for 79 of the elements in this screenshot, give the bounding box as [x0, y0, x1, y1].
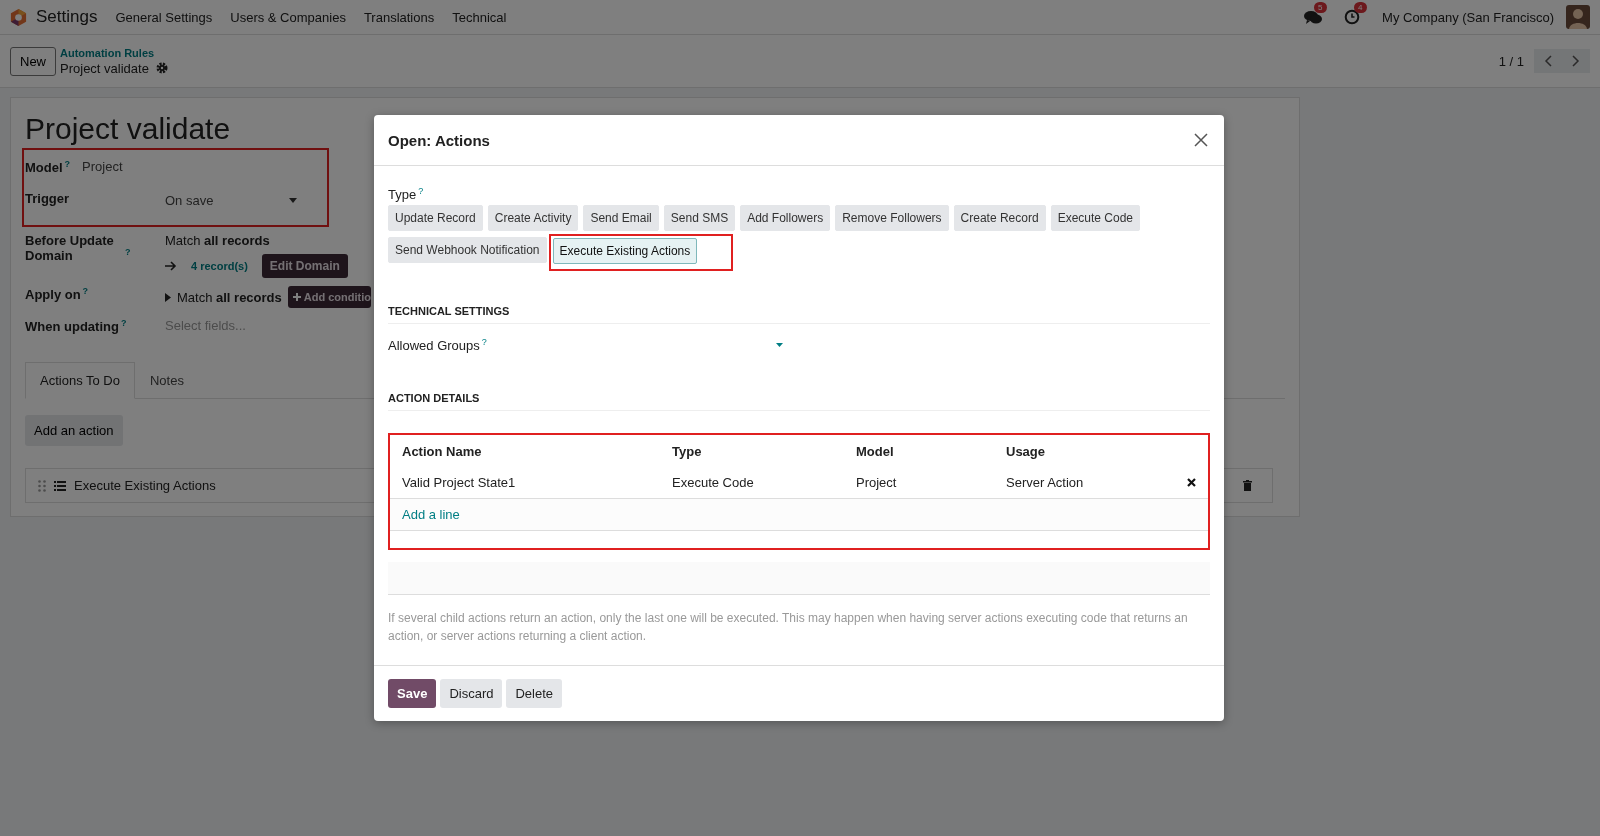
- notebook-tab[interactable]: Notes: [134, 362, 199, 399]
- field-label: Model: [25, 160, 63, 176]
- type-option[interactable]: Add Followers: [740, 205, 831, 232]
- chevron-left-icon: [1544, 55, 1552, 67]
- column-header[interactable]: Model: [856, 443, 1006, 459]
- menu-item[interactable]: Translations: [363, 9, 435, 25]
- app-name[interactable]: Settings: [36, 7, 98, 27]
- type-option[interactable]: Send SMS: [663, 205, 736, 232]
- column-header[interactable]: Action Name: [402, 443, 672, 459]
- help-mark: ?: [64, 159, 71, 169]
- help-mark: ?: [82, 286, 89, 296]
- section-heading: ACTION DETAILS: [388, 392, 1210, 412]
- settings-icon[interactable]: [155, 62, 168, 74]
- dialog-button[interactable]: Delete: [506, 679, 563, 709]
- field-label: Apply on: [25, 287, 81, 303]
- dropdown-caret-icon[interactable]: [776, 343, 783, 348]
- menu-item[interactable]: General Settings: [115, 9, 213, 25]
- type-option[interactable]: Remove Followers: [835, 205, 949, 232]
- field-label: Before Update Domain: [25, 233, 115, 263]
- type-option[interactable]: Send Email: [583, 205, 659, 232]
- list-icon: [54, 480, 66, 491]
- notebook-tab[interactable]: Actions To Do: [25, 362, 135, 399]
- help-mark: ?: [418, 186, 424, 196]
- avatar-icon[interactable]: [1566, 5, 1590, 29]
- table-cell-text: Server Action: [1006, 475, 1085, 491]
- type-option[interactable]: Execute Existing Actions: [552, 238, 698, 265]
- remove-icon[interactable]: [1187, 478, 1196, 488]
- add-condition-button[interactable]: Add conditio: [287, 286, 371, 308]
- type-option[interactable]: Update Record: [388, 205, 483, 232]
- column-header[interactable]: Usage: [1006, 443, 1176, 459]
- help-mark: ?: [120, 318, 127, 328]
- dropdown-caret-icon[interactable]: [289, 198, 297, 203]
- plus-icon: [292, 293, 301, 301]
- new-button[interactable]: New: [10, 46, 56, 76]
- chat-icon[interactable]: [1304, 9, 1323, 25]
- dialog-title: Open: Actions: [388, 131, 490, 149]
- help-mark: ?: [481, 337, 487, 348]
- type-option[interactable]: Send Webhook Notification: [388, 237, 547, 264]
- trash-icon[interactable]: [1243, 480, 1252, 491]
- domain-summary: Match all records: [177, 289, 282, 305]
- type-option[interactable]: Execute Code: [1050, 205, 1140, 232]
- breadcrumb-link[interactable]: Automation Rules: [60, 46, 168, 59]
- arrow-icon: [165, 261, 177, 271]
- action-name: Execute Existing Actions: [74, 478, 216, 493]
- field-label: Trigger: [25, 191, 70, 206]
- section-heading: TECHNICAL SETTINGS: [388, 305, 1210, 325]
- dialog-button[interactable]: Save: [388, 679, 437, 709]
- field-label: Allowed Groups: [388, 338, 480, 354]
- edit-domain-button[interactable]: Edit Domain: [261, 254, 348, 278]
- add-action-button[interactable]: Add an action: [25, 415, 123, 446]
- column-header[interactable]: Type: [672, 443, 856, 459]
- close-button[interactable]: [1192, 131, 1210, 149]
- field-label: Type: [388, 187, 417, 203]
- add-line-link[interactable]: Add a line: [402, 507, 460, 523]
- logo-icon[interactable]: [9, 7, 28, 27]
- domain-summary: Match all records: [165, 233, 271, 248]
- table-cell-text: Execute Code: [672, 475, 755, 491]
- table-cell-text: Project: [856, 475, 898, 491]
- field-label: When updating: [25, 319, 119, 335]
- chevron-right-icon: [1572, 55, 1580, 67]
- caret-icon[interactable]: [165, 292, 171, 302]
- record-name: Project validate: [60, 60, 149, 76]
- type-option[interactable]: Create Activity: [487, 205, 579, 232]
- record-count-link[interactable]: 4 record(s): [191, 260, 248, 272]
- drag-handle-icon[interactable]: [38, 479, 46, 492]
- menu-item[interactable]: Users & Companies: [230, 9, 346, 25]
- help-mark: ?: [125, 246, 131, 257]
- pager-value: 1 / 1: [1498, 53, 1524, 69]
- help-text: If several child actions return an action, only the last one will be executed. This may happen when having server actions executing code that returns an action, or server actions returning a client action.: [388, 610, 1189, 646]
- field-value: Project: [82, 159, 123, 174]
- type-option[interactable]: Create Record: [953, 205, 1046, 232]
- notification-badge: 4: [1354, 2, 1367, 13]
- select-field[interactable]: On save: [165, 191, 297, 208]
- clock-icon[interactable]: [1344, 9, 1361, 25]
- dialog-button[interactable]: Discard: [440, 679, 503, 709]
- table-cell-text: Valid Project State1: [402, 475, 517, 491]
- notification-badge: 5: [1314, 2, 1327, 13]
- menu-item[interactable]: Technical: [452, 9, 507, 25]
- company-switcher[interactable]: My Company (San Francisco): [1382, 9, 1554, 25]
